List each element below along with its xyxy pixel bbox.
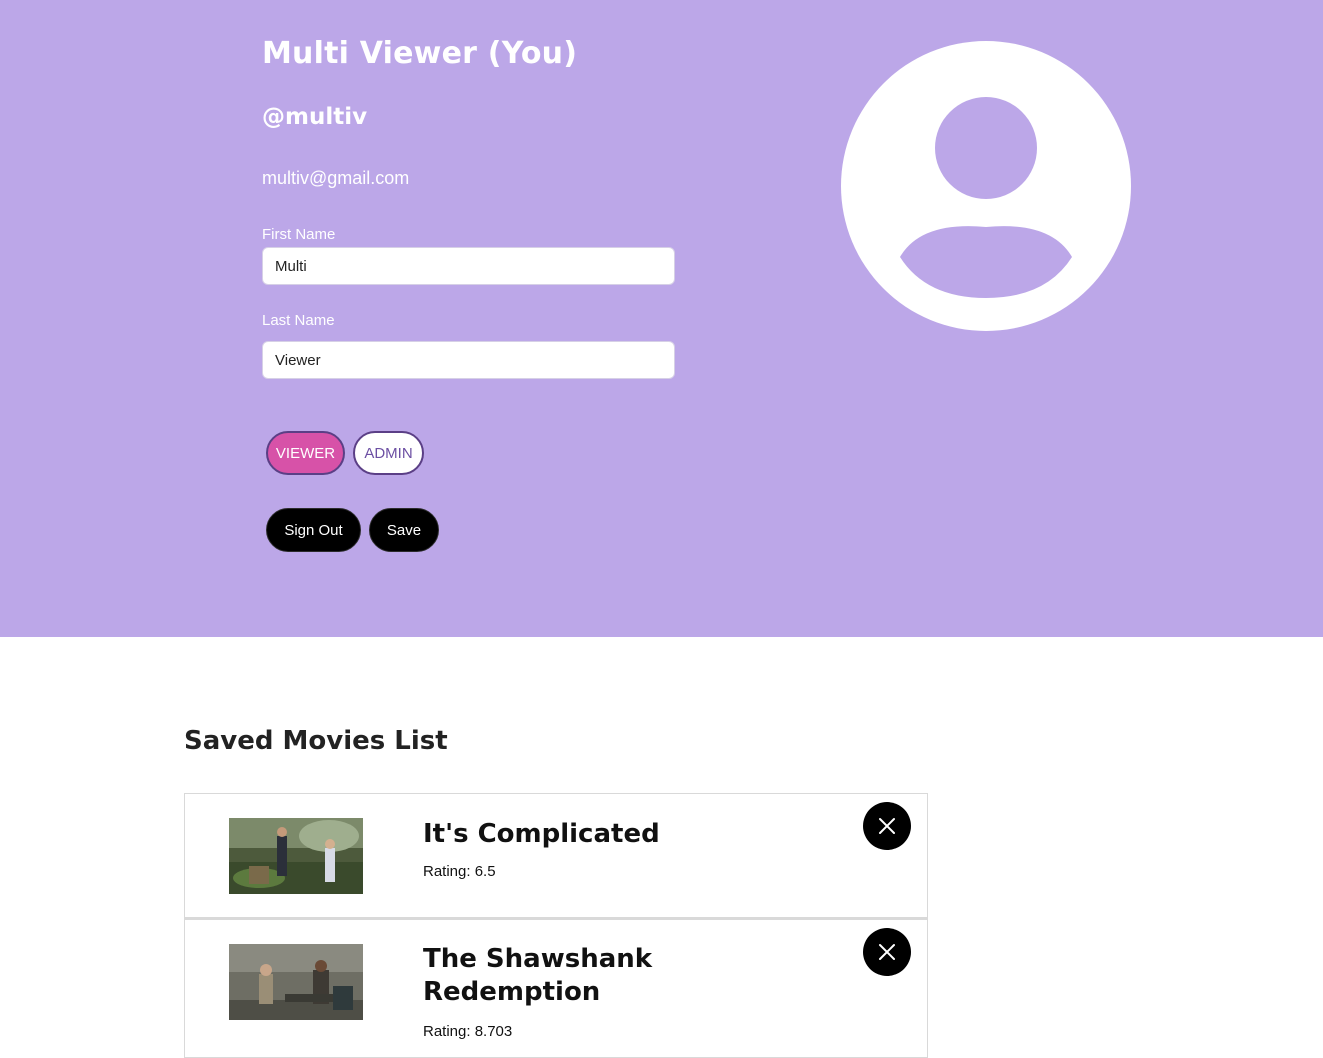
remove-movie-button[interactable] [863, 928, 911, 976]
saved-movies-list: It's Complicated Rating: 6.5 The Shawsha… [184, 793, 928, 1058]
movie-thumbnail [229, 944, 363, 1020]
list-item: The Shawshank Redemption Rating: 8.703 [184, 918, 928, 1058]
save-button[interactable]: Save [369, 508, 439, 552]
first-name-label: First Name [262, 226, 336, 243]
profile-display-name: Multi Viewer (You) [262, 36, 578, 71]
profile-handle: @multiv [262, 104, 368, 130]
first-name-input[interactable] [262, 247, 675, 285]
close-icon [879, 818, 895, 834]
saved-movies-title: Saved Movies List [184, 726, 448, 756]
profile-email: multiv@gmail.com [262, 168, 410, 188]
list-item: It's Complicated Rating: 6.5 [184, 793, 928, 918]
movie-title: The Shawshank Redemption [423, 944, 653, 1007]
movie-rating: Rating: 8.703 [423, 1023, 513, 1040]
role-admin-button[interactable]: ADMIN [353, 431, 424, 475]
profile-header: Multi Viewer (You) @multiv multiv@gmail.… [0, 0, 1323, 637]
movie-title: It's Complicated [423, 819, 660, 849]
user-silhouette-icon [841, 41, 1131, 331]
movie-rating: Rating: 6.5 [423, 863, 496, 880]
last-name-input[interactable] [262, 341, 675, 379]
movie-thumbnail [229, 818, 363, 894]
role-viewer-button[interactable]: VIEWER [266, 431, 345, 475]
last-name-label: Last Name [262, 312, 335, 329]
sign-out-button[interactable]: Sign Out [266, 508, 361, 552]
close-icon [879, 944, 895, 960]
remove-movie-button[interactable] [863, 802, 911, 850]
